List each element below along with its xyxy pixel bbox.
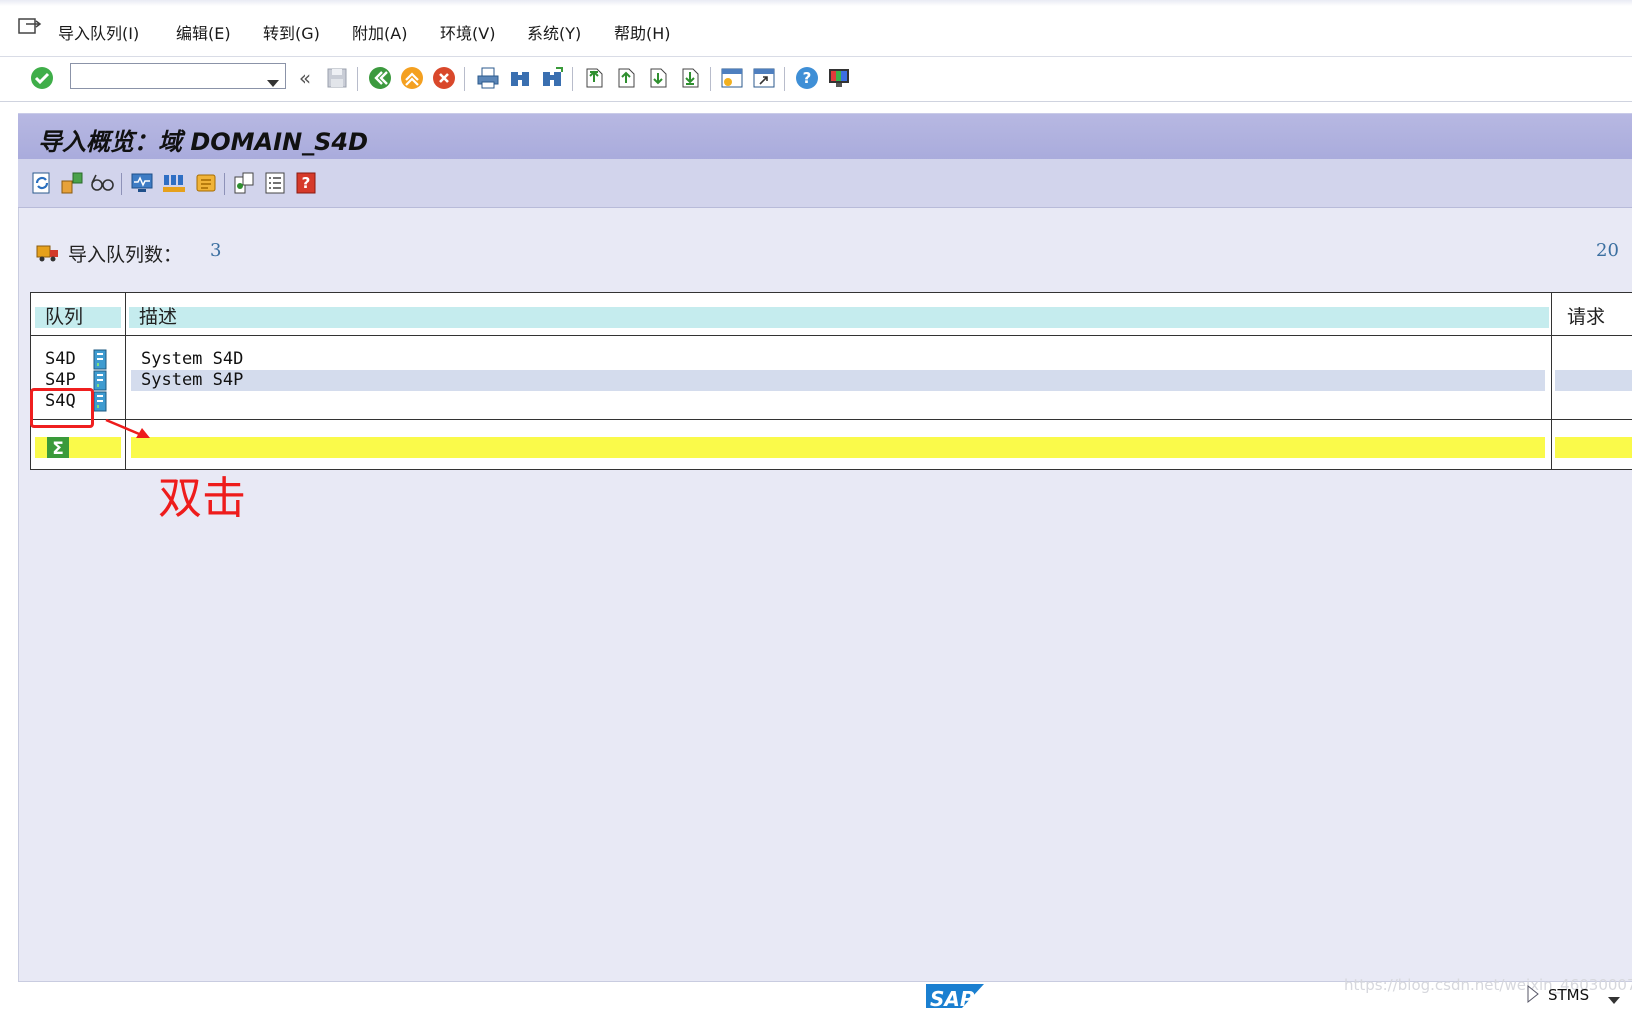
previous-page-icon[interactable] <box>614 66 638 90</box>
header-queue-label: 队列 <box>45 306 84 328</box>
collapse-icon[interactable]: « <box>293 66 317 90</box>
monitor-icon[interactable] <box>130 171 154 195</box>
svg-text:?: ? <box>302 174 311 192</box>
sap-logo: SAP <box>926 982 984 1011</box>
system-icon[interactable] <box>232 171 256 195</box>
screen-area <box>18 113 1632 982</box>
print-icon[interactable] <box>476 66 500 90</box>
queue-table: 队列 描述 请求 S4D System S4D S4P System S4P S… <box>30 292 1632 470</box>
status-arrow-icon[interactable] <box>1526 984 1540 1008</box>
standard-toolbar: « ? <box>0 57 1632 102</box>
new-session-icon[interactable] <box>720 66 744 90</box>
first-page-icon[interactable] <box>582 66 606 90</box>
layout-menu-icon[interactable] <box>827 66 851 90</box>
application-toolbar: ? <box>18 159 1632 208</box>
table-row-description[interactable] <box>131 391 1545 412</box>
command-field[interactable] <box>70 63 286 89</box>
header-description-label: 描述 <box>139 306 178 328</box>
svg-text:SAP: SAP <box>930 987 975 1008</box>
menu-system[interactable]: 系统(Y) <box>527 20 581 44</box>
system-status-icon[interactable] <box>93 391 107 416</box>
command-dropdown-icon[interactable] <box>267 73 279 92</box>
description-cell: System S4P <box>141 370 244 390</box>
table-row-description[interactable]: System S4D <box>131 349 1545 370</box>
history-icon[interactable] <box>194 171 218 195</box>
sum-row-requests <box>1555 437 1632 458</box>
sum-row-description <box>131 437 1545 458</box>
refresh-icon[interactable] <box>30 171 54 195</box>
menu-help[interactable]: 帮助(H) <box>614 20 671 44</box>
menu-environment[interactable]: 环境(V) <box>440 20 495 44</box>
back-icon[interactable] <box>368 66 392 90</box>
next-page-icon[interactable] <box>646 66 670 90</box>
menu-edit[interactable]: 编辑(E) <box>176 20 231 44</box>
table-row-requests[interactable] <box>1555 349 1632 370</box>
table-row-queue[interactable]: S4D <box>35 349 121 370</box>
table-row-requests[interactable] <box>1555 370 1632 391</box>
table-row-requests[interactable] <box>1555 391 1632 412</box>
check-transport-icon[interactable] <box>60 171 84 195</box>
highlight-box <box>30 388 94 428</box>
find-icon[interactable] <box>508 66 532 90</box>
glasses-icon[interactable] <box>90 171 114 195</box>
menu-toggle-icon[interactable] <box>18 16 42 36</box>
queue-count-label: 导入队列数： <box>68 244 183 266</box>
page-title: 导入概览：域 DOMAIN_S4D <box>38 128 369 156</box>
header-queue[interactable]: 队列 <box>35 307 121 328</box>
enter-icon[interactable] <box>30 66 54 90</box>
annotation-text: 双击 <box>158 473 246 524</box>
queue-count-value: 3 <box>210 240 222 261</box>
save-icon[interactable] <box>325 66 349 90</box>
queue-cell: S4D <box>45 349 76 369</box>
find-next-icon[interactable] <box>540 66 564 90</box>
last-page-icon[interactable] <box>678 66 702 90</box>
sigma-icon[interactable]: Σ <box>47 437 69 462</box>
header-requests[interactable]: 请求 <box>1557 307 1632 328</box>
svg-text:Σ: Σ <box>52 439 64 458</box>
menu-goto[interactable]: 转到(G) <box>263 20 320 44</box>
help-icon[interactable]: ? <box>795 66 819 90</box>
menu-extras[interactable]: 附加(A) <box>352 20 407 44</box>
menu-bar: 导入队列(I) 编辑(E) 转到(G) 附加(A) 环境(V) 系统(Y) 帮助… <box>0 0 1632 57</box>
header-description[interactable]: 描述 <box>129 307 1549 328</box>
annotation-arrow-icon <box>104 418 154 446</box>
transaction-code: STMS <box>1548 986 1590 1004</box>
title-bar: 导入概览：域 DOMAIN_S4D <box>18 113 1632 160</box>
queue-cell: S4P <box>45 370 76 390</box>
svg-text:?: ? <box>803 69 812 87</box>
description-cell: System S4D <box>141 349 244 369</box>
list-icon[interactable] <box>263 171 287 195</box>
table-row-description[interactable]: System S4P <box>131 370 1545 391</box>
import-all-icon[interactable] <box>162 171 186 195</box>
exit-icon[interactable] <box>400 66 424 90</box>
transaction-dropdown-icon[interactable] <box>1608 990 1620 1009</box>
header-requests-label: 请求 <box>1567 306 1606 328</box>
truck-icon <box>36 243 60 267</box>
menu-import-queue[interactable]: 导入队列(I) <box>58 20 139 44</box>
help-book-icon[interactable]: ? <box>294 171 318 195</box>
date-fragment: 20 <box>1596 240 1619 261</box>
cancel-icon[interactable] <box>432 66 456 90</box>
shortcut-icon[interactable] <box>752 66 776 90</box>
